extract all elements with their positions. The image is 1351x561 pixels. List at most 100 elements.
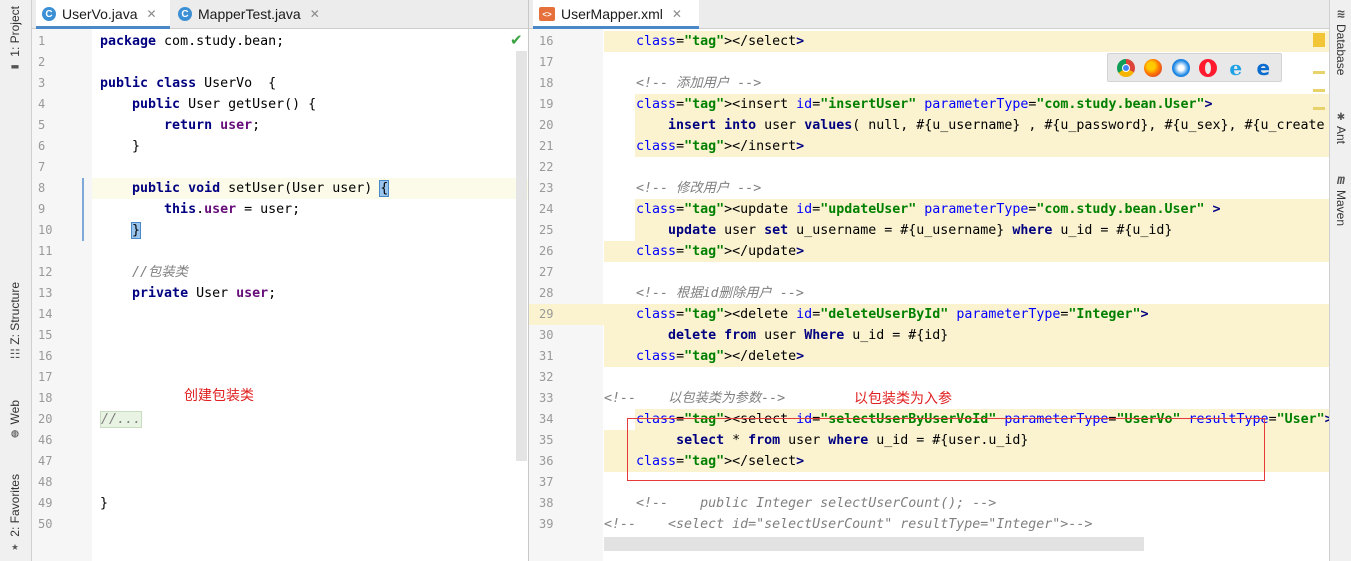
line-number: 7 — [38, 160, 46, 174]
left-editor-tabbar: C UserVo.java ✕ C MapperTest.java ✕ — [32, 0, 528, 29]
line-number: 12 — [38, 265, 53, 279]
code-line[interactable]: class="tag"></insert> — [604, 136, 804, 157]
line-number: 16 — [539, 34, 554, 48]
vertical-scrollbar[interactable] — [516, 51, 527, 461]
line-number: 19 — [539, 97, 554, 111]
line-number: 34 — [539, 412, 554, 426]
line-number: 17 — [539, 55, 554, 69]
stripe-marker — [1313, 71, 1325, 74]
line-number: 20 — [38, 412, 53, 426]
tool-window-web[interactable]: Web ◍ — [2, 400, 28, 439]
line-number: 14 — [38, 307, 53, 321]
line-number: 33 — [539, 391, 554, 405]
line-number: 3 — [38, 76, 46, 90]
tool-window-maven[interactable]: m Maven — [1332, 174, 1350, 226]
tab-label: UserMapper.xml — [561, 6, 663, 22]
line-number: 46 — [38, 433, 53, 447]
tab-mappertest-java[interactable]: C MapperTest.java ✕ — [172, 0, 334, 28]
tool-window-label: 2: Favorites — [8, 474, 22, 537]
code-line[interactable]: <!-- public Integer selectUserCount(); -… — [604, 493, 996, 514]
tool-window-ant[interactable]: ✱ Ant — [1332, 110, 1350, 144]
database-icon: ≋ — [1337, 7, 1345, 22]
code-line[interactable]: <!-- 根据id删除用户 --> — [604, 283, 804, 304]
code-line[interactable]: } — [100, 136, 140, 157]
code-line[interactable]: public class UserVo { — [100, 73, 276, 94]
globe-icon: ◍ — [11, 426, 19, 441]
xml-file-icon: <> — [539, 7, 555, 21]
code-line[interactable]: <!-- <select id="selectUserCount" result… — [604, 514, 1092, 535]
code-line[interactable]: delete from user Where u_id = #{id} — [604, 325, 948, 346]
code-line[interactable]: class="tag"></select> — [604, 31, 804, 52]
ie-icon[interactable]: e — [1227, 58, 1245, 78]
line-number: 49 — [38, 496, 53, 510]
line-number: 18 — [38, 391, 53, 405]
code-line[interactable]: //... — [100, 409, 143, 430]
tab-uservo-java[interactable]: C UserVo.java ✕ — [36, 0, 170, 29]
line-number: 15 — [38, 328, 53, 342]
tab-usermapper-xml[interactable]: <> UserMapper.xml ✕ — [533, 0, 699, 29]
java-class-icon: C — [178, 7, 192, 21]
tool-window-favorites[interactable]: 2: Favorites ★ — [2, 474, 28, 552]
code-line[interactable]: this.user = user; — [100, 199, 300, 220]
warning-marker[interactable] — [1313, 33, 1325, 47]
code-line[interactable]: private User user; — [100, 283, 276, 304]
code-line[interactable]: //包装类 — [100, 262, 188, 283]
line-number: 18 — [539, 76, 554, 90]
right-editor-tabbar: <> UserMapper.xml ✕ — [529, 0, 1329, 29]
left-code-editor[interactable]: 1 package com.study.bean; 2 3 public class U… — [32, 29, 528, 561]
chrome-icon[interactable] — [1116, 58, 1135, 77]
right-code-editor[interactable]: 16 class="tag"></select> 17 18 <!-- 添加用户 -… — [529, 29, 1329, 561]
line-number: 10 — [38, 223, 53, 237]
close-icon[interactable]: ✕ — [146, 7, 156, 21]
code-line[interactable]: class="tag"></delete> — [604, 346, 804, 367]
line-number: 11 — [38, 244, 53, 258]
code-line[interactable]: } — [100, 493, 108, 514]
tool-window-label: 1: Project — [8, 6, 22, 57]
code-line[interactable]: <!-- 修改用户 --> — [604, 178, 761, 199]
code-line[interactable]: class="tag"><insert id="insertUser" para… — [604, 94, 1213, 115]
line-number: 9 — [38, 202, 46, 216]
tool-window-label: Z: Structure — [8, 282, 22, 345]
tool-window-database[interactable]: ≋ Database — [1332, 8, 1350, 75]
line-number: 20 — [539, 118, 554, 132]
stripe-marker — [1313, 89, 1325, 92]
horizontal-scrollbar[interactable] — [604, 537, 1144, 551]
right-tool-strip: ≋ Database ✱ Ant m Maven — [1329, 0, 1351, 561]
line-number: 21 — [539, 139, 554, 153]
code-line[interactable]: <!-- 以包装类为参数--> — [604, 388, 785, 409]
firefox-icon[interactable] — [1144, 58, 1163, 77]
code-line[interactable]: update user set u_username = #{u_usernam… — [604, 220, 1172, 241]
code-line[interactable]: insert into user values( null, #{u_usern… — [604, 115, 1325, 136]
line-number: 8 — [38, 181, 46, 195]
code-line[interactable]: package com.study.bean; — [100, 31, 284, 52]
line-number: 17 — [38, 370, 53, 384]
line-number: 25 — [539, 223, 554, 237]
code-line[interactable]: return user; — [100, 115, 260, 136]
edge-icon[interactable]: e — [1254, 58, 1272, 78]
code-line[interactable]: class="tag"><delete id="deleteUserById" … — [604, 304, 1148, 325]
ant-icon: ✱ — [1337, 109, 1345, 124]
annotation-create-wrapper: 创建包装类 — [184, 387, 254, 403]
close-icon[interactable]: ✕ — [672, 7, 682, 21]
highlight-box — [627, 418, 1265, 481]
tool-window-project[interactable]: 1: Project ▬ — [2, 6, 28, 72]
code-line[interactable]: } — [100, 220, 142, 241]
line-number: 23 — [539, 181, 554, 195]
inspection-ok-icon[interactable]: ✔ — [510, 31, 523, 49]
opera-icon[interactable] — [1199, 58, 1218, 77]
code-line[interactable]: class="tag"></update> — [604, 241, 804, 262]
safari-icon[interactable] — [1171, 58, 1190, 77]
structure-icon: ☷ — [9, 346, 21, 361]
tool-window-structure[interactable]: Z: Structure ☷ — [2, 282, 28, 360]
code-line[interactable]: class="tag"><update id="updateUser" para… — [604, 199, 1221, 220]
line-number: 6 — [38, 139, 46, 153]
code-line[interactable]: <!-- 添加用户 --> — [604, 73, 761, 94]
line-number: 22 — [539, 160, 554, 174]
close-icon[interactable]: ✕ — [310, 7, 320, 21]
tool-window-label: Web — [8, 400, 22, 425]
line-number: 16 — [38, 349, 53, 363]
code-line[interactable]: public void setUser(User user) { — [100, 178, 390, 199]
code-line[interactable]: public User getUser() { — [100, 94, 316, 115]
line-number: 28 — [539, 286, 554, 300]
folder-icon: ▬ — [11, 58, 19, 73]
